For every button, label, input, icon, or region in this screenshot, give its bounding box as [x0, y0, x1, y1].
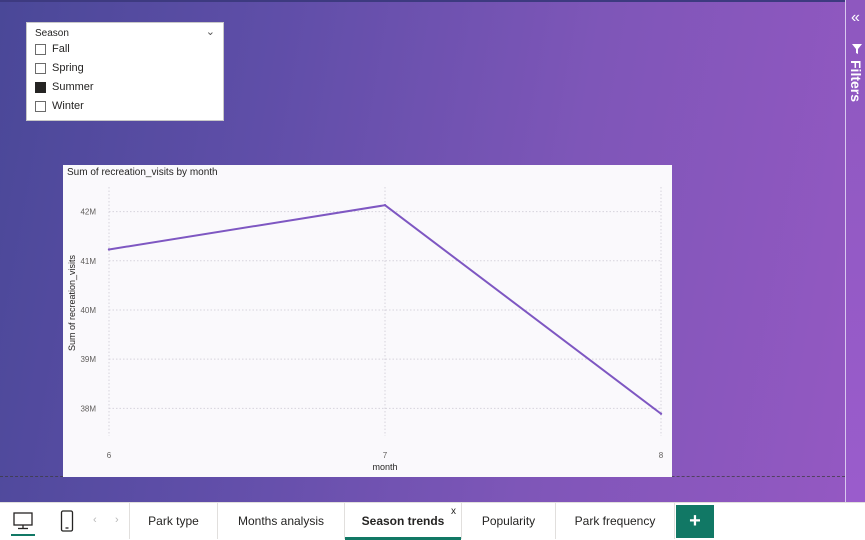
slicer-item-winter[interactable]: Winter	[35, 99, 84, 113]
slicer-item-spring[interactable]: Spring	[35, 61, 84, 75]
active-view-indicator	[11, 534, 35, 536]
filter-funnel-icon	[852, 44, 862, 54]
line-chart: 38M 39M 40M 41M 42M 6 7 8 month Sum of recreation…	[67, 187, 664, 472]
checkbox[interactable]	[35, 62, 46, 74]
data-point	[107, 248, 111, 251]
tab-label: Popularity	[481, 514, 536, 528]
y-tick-label: 40M	[80, 306, 96, 315]
next-page-icon[interactable]: ›	[115, 514, 119, 526]
desktop-view-icon[interactable]	[11, 509, 35, 533]
tab-park-type[interactable]: Park type	[129, 503, 218, 539]
slicer-item-label: Summer	[52, 81, 94, 93]
tab-label: Season trends	[361, 514, 445, 528]
mobile-view-icon[interactable]	[55, 509, 79, 533]
page-tab-bar: ‹ › Park type Months analysis Season tre…	[0, 502, 865, 540]
y-tick-label: 42M	[80, 208, 96, 217]
season-slicer[interactable]: Season ⌄ Fall Spring Summer Winter	[26, 22, 224, 121]
checkbox-checked[interactable]	[35, 81, 46, 93]
x-tick-label: 6	[107, 451, 112, 460]
add-page-button[interactable]: +	[676, 505, 714, 538]
data-point	[383, 203, 387, 207]
x-tick-label: 8	[659, 451, 664, 460]
close-tab-icon[interactable]: x	[451, 506, 456, 517]
slicer-item-label: Spring	[52, 62, 84, 74]
checkbox[interactable]	[35, 100, 46, 112]
tab-months-analysis[interactable]: Months analysis	[218, 503, 345, 539]
report-canvas: Season ⌄ Fall Spring Summer Winter Sum o…	[0, 0, 845, 502]
slicer-header: Season	[35, 28, 69, 39]
slicer-item-label: Fall	[52, 43, 70, 55]
collapse-icon[interactable]: «	[851, 10, 860, 26]
tab-label: Park type	[148, 514, 199, 528]
filters-label: Filters	[848, 60, 864, 103]
tab-label: Months analysis	[237, 514, 325, 528]
y-tick-label: 39M	[80, 355, 96, 364]
checkbox[interactable]	[35, 43, 46, 55]
data-point	[659, 412, 663, 415]
x-axis-title: month	[372, 462, 397, 472]
y-axis-title: Sum of recreation_visits	[67, 254, 77, 351]
slicer-item-label: Winter	[52, 100, 84, 112]
line-chart-visual[interactable]: Sum of recreation_visits by month 38M 39M…	[63, 165, 672, 477]
slicer-item-fall[interactable]: Fall	[35, 42, 70, 56]
slicer-item-summer[interactable]: Summer	[35, 80, 94, 94]
chevron-down-icon[interactable]: ⌄	[206, 25, 215, 38]
canvas-top-border	[0, 0, 845, 2]
tab-popularity[interactable]: Popularity	[462, 503, 556, 539]
tab-season-trends[interactable]: Season trends x	[345, 503, 462, 540]
y-tick-label: 38M	[80, 404, 96, 413]
y-tick-label: 41M	[80, 257, 96, 266]
tab-park-frequency[interactable]: Park frequency	[556, 503, 675, 539]
prev-page-icon[interactable]: ‹	[93, 514, 97, 526]
filters-pane[interactable]: « Filters	[845, 0, 865, 502]
x-tick-label: 7	[383, 451, 388, 460]
tab-label: Park frequency	[574, 514, 656, 528]
